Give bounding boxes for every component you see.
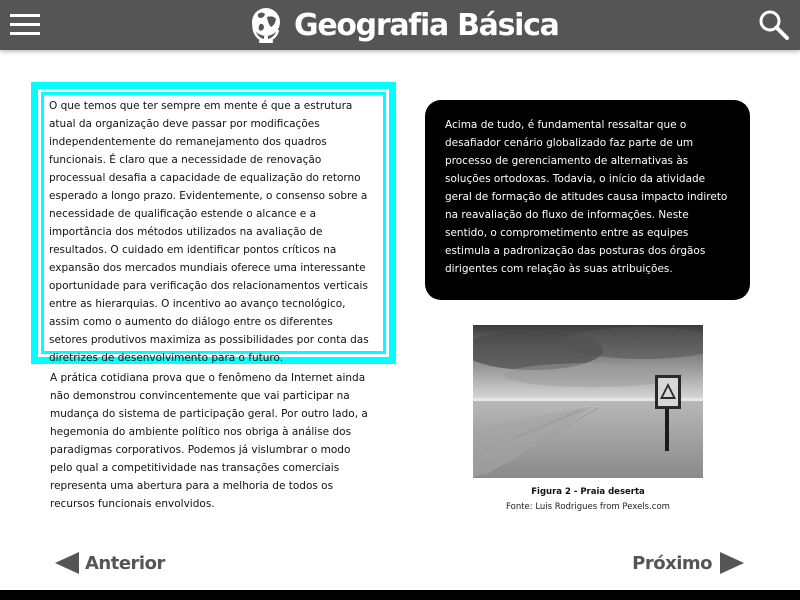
triangle-left-icon — [55, 552, 79, 574]
highlighted-text-box: O que temos que ter sempre em mente é qu… — [31, 82, 396, 364]
app-header: Geografia Básica — [0, 0, 800, 50]
title-area: Geografia Básica — [250, 2, 560, 48]
figure-caption: Figura 2 - Praia deserta — [531, 487, 645, 497]
figure-credit: Fonte: Luis Rodrigues from Pexels.com — [506, 502, 670, 512]
previous-button[interactable]: Anterior — [53, 549, 165, 577]
next-button[interactable]: Próximo — [632, 549, 746, 577]
menu-button[interactable] — [8, 12, 42, 38]
callout-paragraph: Acima de tudo, é fundamental ressaltar q… — [445, 119, 728, 275]
search-button[interactable] — [757, 8, 791, 42]
figure-image-beach — [473, 325, 703, 478]
next-label: Próximo — [632, 552, 712, 574]
highlighted-paragraph: O que temos que ter sempre em mente é qu… — [49, 100, 369, 364]
globe-icon — [252, 8, 280, 43]
app-title: Geografia Básica — [294, 7, 560, 43]
search-icon — [759, 10, 789, 40]
bottom-bar — [0, 590, 800, 600]
dark-callout-box: Acima de tudo, é fundamental ressaltar q… — [425, 100, 750, 300]
triangle-right-icon — [720, 552, 744, 574]
previous-label: Anterior — [85, 552, 165, 574]
body-paragraph: A prática cotidiana prova que o fenômeno… — [50, 372, 368, 510]
